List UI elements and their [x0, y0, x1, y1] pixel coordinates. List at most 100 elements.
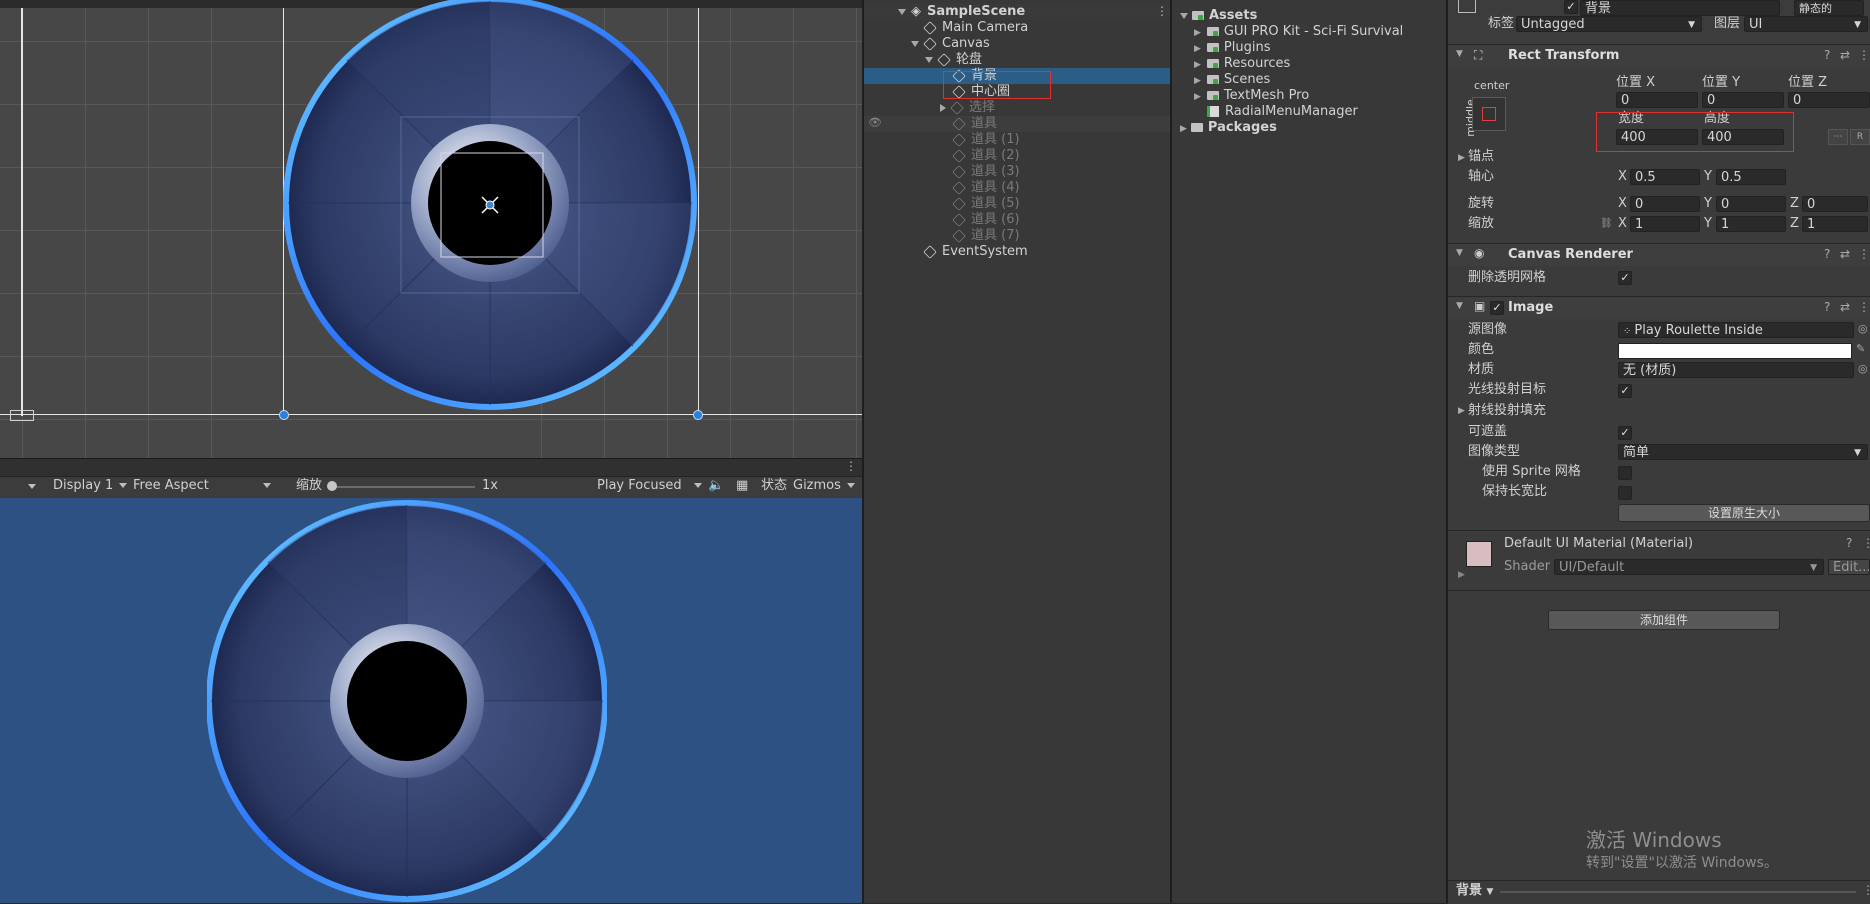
help-icon[interactable]: ? — [1824, 247, 1830, 261]
roulette-wheel-scene[interactable] — [283, 0, 697, 414]
use-sprite-mesh-checkbox[interactable] — [1618, 466, 1632, 480]
audio-icon[interactable]: 🔈 — [708, 478, 724, 494]
set-native-size-button[interactable]: 设置原生大小 — [1618, 504, 1870, 522]
footer-splitter[interactable] — [1500, 891, 1856, 893]
hierarchy-item-prop-2[interactable]: 道具 (2) — [864, 148, 1172, 164]
hierarchy-item-prop-6[interactable]: 道具 (6) — [864, 212, 1172, 228]
play-mode-dropdown[interactable]: Play Focused — [597, 478, 702, 494]
component-menu-icon[interactable]: ⋮ — [1858, 48, 1870, 62]
assets-root[interactable]: Assets — [1180, 8, 1257, 24]
scale-slider[interactable] — [331, 486, 475, 488]
project-item-gui-pro-kit[interactable]: ▶ GUI PRO Kit - Sci-Fi Survival — [1194, 24, 1403, 40]
image-header[interactable]: ▼ ▣ ✓ Image ? ⇄ ⋮ — [1448, 296, 1870, 319]
hierarchy-item-main-camera[interactable]: Main Camera — [864, 20, 1172, 36]
shader-edit-button[interactable]: Edit... — [1828, 559, 1870, 575]
pivot-x-field[interactable]: 0.5 — [1630, 169, 1700, 185]
preset-icon[interactable]: ⇄ — [1840, 300, 1850, 314]
project-item-plugins[interactable]: ▶ Plugins — [1194, 40, 1271, 56]
add-component-button[interactable]: 添加组件 — [1548, 610, 1780, 630]
help-icon[interactable]: ? — [1824, 48, 1830, 62]
scene-view[interactable] — [0, 0, 862, 458]
gizmos-button[interactable]: Gizmos — [793, 478, 855, 494]
image-enabled-checkbox[interactable]: ✓ — [1490, 301, 1504, 315]
hierarchy-item-prop-7[interactable]: 道具 (7) — [864, 228, 1172, 244]
eyedropper-icon[interactable]: ✎ — [1856, 342, 1865, 355]
dropdown-icon[interactable] — [28, 484, 36, 489]
object-picker-icon[interactable]: ◎ — [1858, 362, 1868, 375]
active-checkbox[interactable]: ✓ — [1564, 0, 1578, 14]
rect-transform-header[interactable]: ▼ ⛶ Rect Transform ? ⇄ ⋮ — [1448, 44, 1870, 67]
source-image-field[interactable]: ⁘ Play Roulette Inside — [1618, 322, 1854, 338]
material-field[interactable]: 无 (材质) — [1618, 362, 1854, 378]
preserve-aspect-checkbox[interactable] — [1618, 486, 1632, 500]
pos-x-field[interactable]: 0 — [1616, 92, 1698, 108]
material-foldout-icon[interactable]: ▶ — [1458, 570, 1465, 580]
folder-icon — [1206, 91, 1219, 100]
help-icon[interactable]: ? — [1846, 536, 1852, 550]
hierarchy-item-prop[interactable]: 道具 — [864, 116, 1172, 132]
object-name-field[interactable]: 背景 — [1580, 0, 1780, 16]
foldout-arrow-icon[interactable]: ▼ — [1456, 301, 1463, 311]
footer-menu-icon[interactable]: ⋮ — [1862, 883, 1870, 897]
object-picker-icon[interactable]: ◎ — [1858, 322, 1868, 335]
project-item-radial-menu-manager[interactable]: RadialMenuManager — [1207, 104, 1358, 120]
scale-z-field[interactable]: 1 — [1802, 216, 1868, 232]
raycast-target-checkbox[interactable]: ✓ — [1618, 384, 1632, 398]
preset-icon[interactable]: ⇄ — [1840, 247, 1850, 261]
rotation-y-field[interactable]: 0 — [1716, 196, 1786, 212]
raycast-padding-foldout-icon[interactable]: ▶ — [1458, 406, 1465, 416]
rotation-x-field[interactable]: 0 — [1630, 196, 1700, 212]
component-menu-icon[interactable]: ⋮ — [1858, 300, 1870, 314]
component-menu-icon[interactable]: ⋮ — [1862, 536, 1870, 550]
static-dropdown[interactable]: 静态的 — [1794, 0, 1864, 16]
pivot-y-field[interactable]: 0.5 — [1716, 169, 1786, 185]
pos-y-field[interactable]: 0 — [1702, 92, 1784, 108]
scale-y-field[interactable]: 1 — [1716, 216, 1786, 232]
visibility-eye-icon[interactable]: 👁 — [868, 116, 882, 129]
layer-dropdown[interactable]: UI ▼ — [1744, 16, 1868, 32]
hierarchy-item-prop-4[interactable]: 道具 (4) — [864, 180, 1172, 196]
foldout-arrow-icon[interactable]: ▼ — [1456, 49, 1463, 59]
preset-icon[interactable]: ⇄ — [1840, 48, 1850, 62]
maskable-checkbox[interactable]: ✓ — [1618, 426, 1632, 440]
hierarchy-item-canvas[interactable]: Canvas — [864, 36, 1172, 52]
foldout-arrow-icon[interactable]: ▼ — [1456, 248, 1463, 258]
aspect-dropdown[interactable]: Free Aspect — [133, 478, 271, 494]
scale-x-axis: X — [1618, 216, 1627, 231]
scale-x-field[interactable]: 1 — [1630, 216, 1700, 232]
project-item-textmesh-pro[interactable]: ▶ TextMesh Pro — [1194, 88, 1309, 104]
rotation-z-field[interactable]: 0 — [1802, 196, 1868, 212]
pos-z-field[interactable]: 0 — [1788, 92, 1870, 108]
stats-button[interactable]: 状态 — [761, 478, 787, 494]
anchors-foldout-icon[interactable]: ▶ — [1458, 153, 1465, 163]
blueprint-mode-button[interactable]: ⋯ — [1828, 129, 1848, 145]
scale-slider-handle[interactable] — [327, 481, 337, 491]
scene-root[interactable]: ◈ SampleScene — [864, 4, 1172, 20]
more-menu-icon[interactable]: ⋮ — [845, 459, 857, 473]
stats-grid-icon[interactable]: ▦ — [736, 478, 748, 494]
color-field[interactable] — [1618, 343, 1852, 359]
hierarchy-item-prop-3[interactable]: 道具 (3) — [864, 164, 1172, 180]
raw-edit-button[interactable]: R — [1850, 129, 1870, 145]
anchor-presets-button[interactable] — [1472, 97, 1506, 131]
hierarchy-item-eventsystem[interactable]: EventSystem — [864, 244, 1172, 260]
help-icon[interactable]: ? — [1824, 300, 1830, 314]
project-item-scenes[interactable]: ▶ Scenes — [1194, 72, 1270, 88]
game-view[interactable] — [0, 498, 862, 903]
hierarchy-item-prop-5[interactable]: 道具 (5) — [864, 196, 1172, 212]
hierarchy-item-select[interactable]: 选择 — [864, 100, 1172, 116]
hierarchy-item-prop-1[interactable]: 道具 (1) — [864, 132, 1172, 148]
display-dropdown[interactable]: Display 1 — [53, 478, 128, 494]
tag-dropdown[interactable]: Untagged ▼ — [1516, 16, 1702, 32]
scene-menu-icon[interactable]: ⋮ — [1156, 4, 1168, 18]
footer-object-name[interactable]: 背景 ▼ — [1456, 883, 1493, 900]
cull-transparent-mesh-checkbox[interactable]: ✓ — [1618, 271, 1632, 285]
shader-dropdown[interactable]: UI/Default ▼ — [1554, 559, 1824, 575]
hierarchy-item-wheel[interactable]: 轮盘 — [864, 52, 1172, 68]
packages-root[interactable]: ▶ Packages — [1180, 120, 1277, 136]
project-item-resources[interactable]: ▶ Resources — [1194, 56, 1290, 72]
component-menu-icon[interactable]: ⋮ — [1858, 247, 1870, 261]
image-type-dropdown[interactable]: 简单 ▼ — [1618, 444, 1868, 460]
constrain-proportions-icon[interactable]: ⛓ — [1600, 218, 1613, 229]
canvas-renderer-header[interactable]: ▼ ◉ Canvas Renderer ? ⇄ ⋮ — [1448, 243, 1870, 266]
